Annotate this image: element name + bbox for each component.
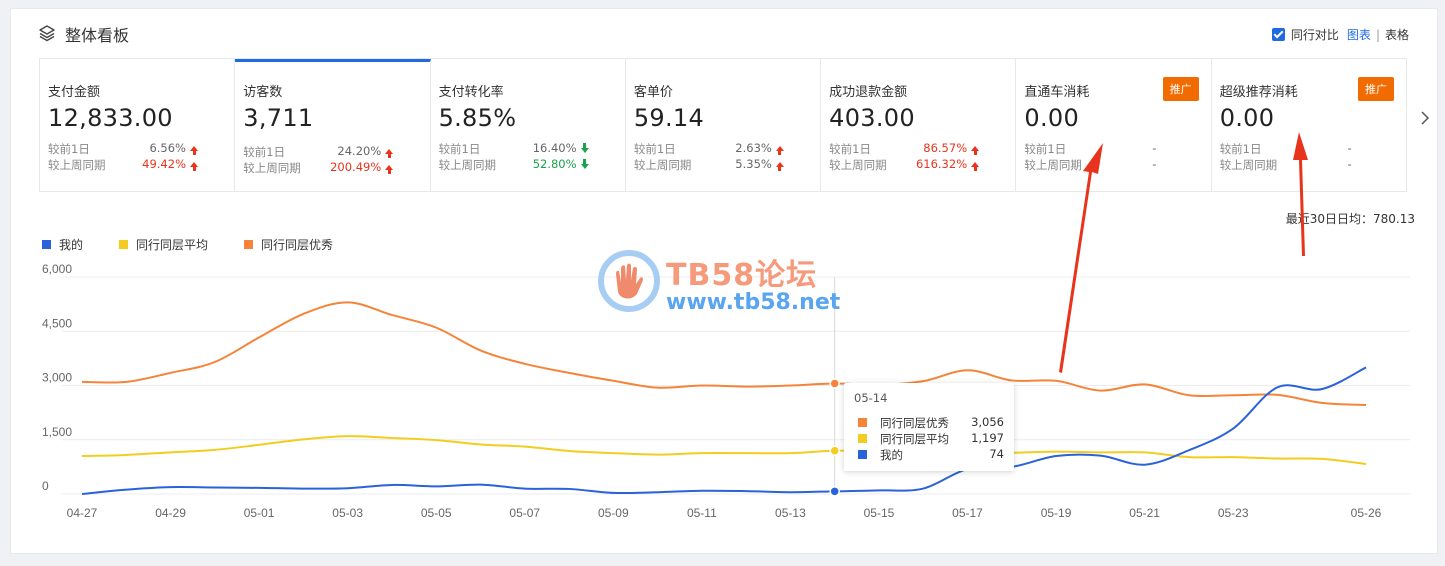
y-tick-label: 1,500 xyxy=(42,425,72,439)
tooltip-date: 05-14 xyxy=(854,391,888,405)
x-tick-label: 05-23 xyxy=(1218,506,1249,520)
hover-point xyxy=(829,378,840,389)
watermark-logo-icon xyxy=(598,250,660,312)
y-tick-label: 3,000 xyxy=(42,371,72,385)
watermark: TB58论坛 www.tb58.net xyxy=(596,248,856,318)
watermark-url: www.tb58.net xyxy=(666,290,841,315)
x-tick-label: 05-15 xyxy=(864,506,895,520)
x-tick-label: 05-11 xyxy=(687,506,717,520)
tooltip-row: 我的 74 xyxy=(858,447,1004,463)
x-tick-label: 05-03 xyxy=(332,506,363,520)
x-tick-label: 05-13 xyxy=(775,506,806,520)
watermark-title: TB58论坛 xyxy=(666,258,818,293)
x-tick-label: 05-05 xyxy=(421,506,452,520)
x-tick-label: 05-09 xyxy=(598,506,629,520)
x-tick-label: 05-01 xyxy=(244,506,275,520)
x-tick-label: 05-17 xyxy=(952,506,983,520)
series-line-1 xyxy=(81,435,1367,465)
x-tick-label: 05-26 xyxy=(1351,506,1382,520)
y-tick-label: 6,000 xyxy=(42,262,72,276)
hover-point xyxy=(829,486,840,497)
x-tick-label: 04-27 xyxy=(67,506,98,520)
y-tick-label: 0 xyxy=(42,479,49,493)
x-tick-label: 05-19 xyxy=(1041,506,1072,520)
x-tick-label: 05-07 xyxy=(509,506,540,520)
tooltip-row: 同行同层平均 1,197 xyxy=(858,431,1004,447)
tooltip-row: 同行同层优秀 3,056 xyxy=(858,415,1004,431)
x-tick-label: 04-29 xyxy=(155,506,186,520)
y-tick-label: 4,500 xyxy=(42,316,72,330)
chart-tooltip: 05-14 同行同层优秀 3,056 同行同层平均 1,197 我的 74 xyxy=(844,383,1014,471)
x-tick-label: 05-21 xyxy=(1129,506,1160,520)
hover-point xyxy=(829,445,840,456)
